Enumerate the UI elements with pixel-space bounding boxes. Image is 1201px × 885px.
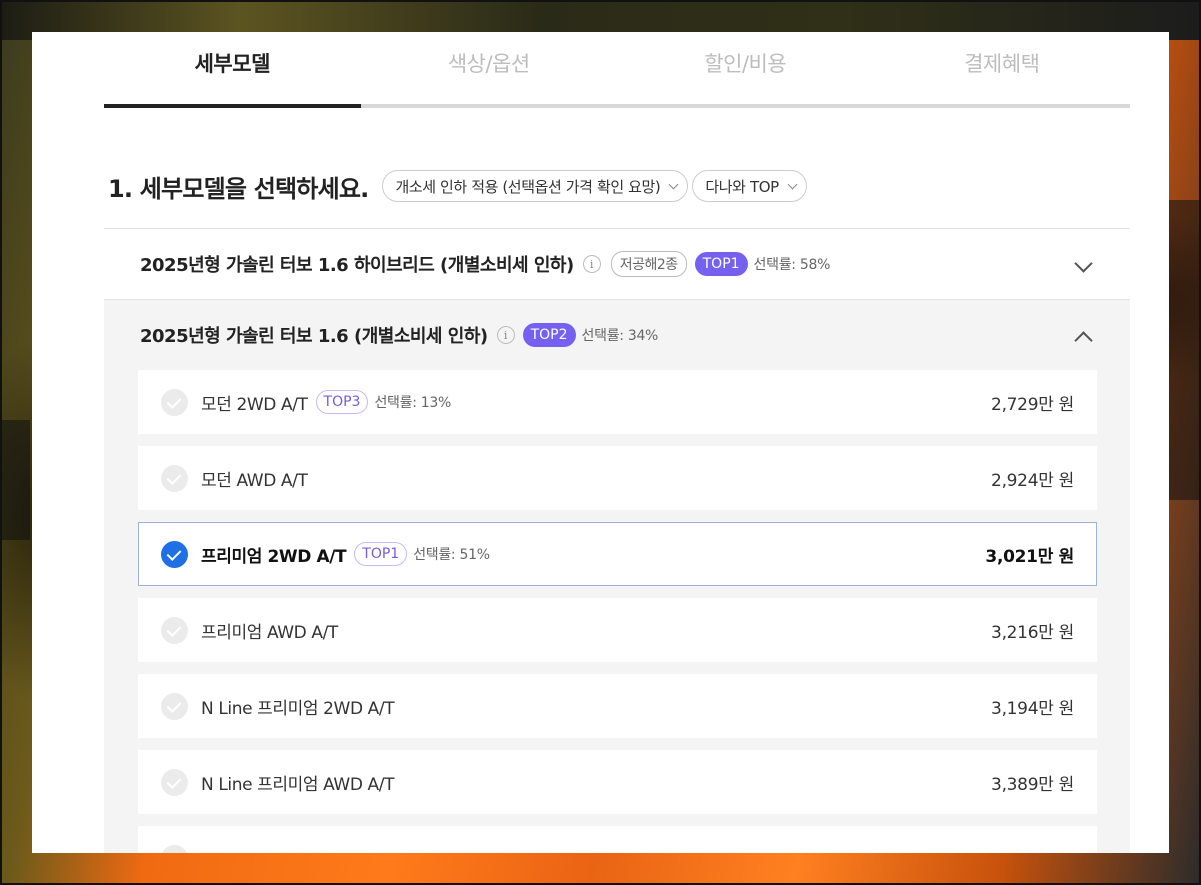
check-circle-icon[interactable] [161, 540, 188, 568]
top-badge: TOP1 [694, 252, 748, 276]
check-circle-icon[interactable] [161, 464, 188, 492]
selection-rate: 선택률: 51% [413, 547, 490, 563]
tax-filter-dropdown[interactable]: 개소세 인하 적용 (선택옵션 가격 확인 요망) [382, 170, 689, 202]
trim-option-partial[interactable] [138, 826, 1097, 853]
model-group-header[interactable]: 2025년형 가솔린 터보 1.6 하이브리드 (개별소비세 인하) i 저공해… [104, 229, 1130, 299]
model-selection-panel: 세부모델 색상/옵션 할인/비용 결제혜택 1. 세부모델을 선택하세요. 개소… [32, 32, 1169, 853]
trim-option[interactable]: 프리미엄 AWD A/T 3,216만 원 [138, 598, 1097, 662]
tab-payment-benefits[interactable]: 결제혜택 [874, 32, 1131, 104]
model-group-title: 2025년형 가솔린 터보 1.6 (개별소비세 인하) [140, 326, 488, 347]
trim-option[interactable]: 모던 2WD A/T TOP3 선택률: 13% 2,729만 원 [138, 370, 1097, 434]
chevron-up-icon[interactable] [1074, 331, 1093, 350]
step-tabs: 세부모델 색상/옵션 할인/비용 결제혜택 [104, 32, 1130, 108]
top-badge: TOP1 [354, 542, 408, 566]
eco-badge: 저공해2종 [610, 251, 687, 277]
sort-label: 다나와 TOP [705, 177, 779, 196]
model-group-gasoline: 2025년형 가솔린 터보 1.6 (개별소비세 인하) i TOP2 선택률:… [104, 299, 1130, 853]
trim-name: N Line 프리미엄 AWD A/T [201, 774, 395, 795]
tax-filter-label: 개소세 인하 적용 (선택옵션 가격 확인 요망) [395, 177, 661, 196]
trim-name: 프리미엄 2WD A/T [201, 546, 347, 567]
sort-dropdown[interactable]: 다나와 TOP [692, 170, 807, 202]
selection-rate: 선택률: 13% [374, 395, 451, 411]
chevron-down-icon [668, 179, 679, 189]
check-circle-icon[interactable] [161, 692, 188, 720]
trim-name: N Line 프리미엄 2WD A/T [201, 698, 395, 719]
trim-price: 2,924만 원 [991, 470, 1074, 491]
check-circle-icon[interactable] [161, 616, 188, 644]
trim-name: 모던 2WD A/T [201, 394, 308, 415]
trim-name: 모던 AWD A/T [201, 470, 308, 491]
model-group-header[interactable]: 2025년형 가솔린 터보 1.6 (개별소비세 인하) i TOP2 선택률:… [104, 300, 1130, 370]
trim-list: 모던 2WD A/T TOP3 선택률: 13% 2,729만 원 모던 AWD… [138, 370, 1097, 853]
trim-option[interactable]: 모던 AWD A/T 2,924만 원 [138, 446, 1097, 510]
section-header: 1. 세부모델을 선택하세요. 개소세 인하 적용 (선택옵션 가격 확인 요망… [108, 166, 811, 206]
chevron-down-icon[interactable] [1074, 254, 1093, 273]
info-icon[interactable]: i [496, 326, 515, 344]
section-title: 1. 세부모델을 선택하세요. [108, 174, 369, 203]
trim-price: 2,729만 원 [991, 394, 1074, 415]
tab-discount-cost[interactable]: 할인/비용 [617, 32, 874, 104]
tab-detail-model[interactable]: 세부모델 [104, 32, 361, 108]
trim-option[interactable]: N Line 프리미엄 AWD A/T 3,389만 원 [138, 750, 1097, 814]
chevron-down-icon [787, 179, 798, 189]
top-badge: TOP3 [315, 390, 369, 414]
trim-price: 3,194만 원 [991, 698, 1074, 719]
background-shadow-left [0, 420, 30, 540]
check-circle-icon[interactable] [161, 768, 188, 796]
selection-rate: 선택률: 34% [581, 328, 659, 344]
top-badge: TOP2 [522, 323, 576, 347]
selection-rate: 선택률: 58% [753, 257, 831, 273]
check-circle-icon[interactable] [161, 844, 188, 853]
background-shadow-right [1169, 200, 1201, 500]
trim-price: 3,389만 원 [991, 774, 1074, 795]
trim-option[interactable]: N Line 프리미엄 2WD A/T 3,194만 원 [138, 674, 1097, 738]
info-icon[interactable]: i [582, 255, 601, 273]
trim-name: 프리미엄 AWD A/T [201, 622, 338, 643]
check-circle-icon[interactable] [161, 388, 188, 416]
trim-option-selected[interactable]: 프리미엄 2WD A/T TOP1 선택률: 51% 3,021만 원 [138, 522, 1097, 586]
trim-price: 3,216만 원 [991, 622, 1074, 643]
trim-price: 3,021만 원 [985, 546, 1074, 567]
model-group-title: 2025년형 가솔린 터보 1.6 하이브리드 (개별소비세 인하) [140, 255, 574, 276]
model-group-hybrid: 2025년형 가솔린 터보 1.6 하이브리드 (개별소비세 인하) i 저공해… [104, 228, 1130, 299]
tab-color-options[interactable]: 색상/옵션 [361, 32, 618, 104]
